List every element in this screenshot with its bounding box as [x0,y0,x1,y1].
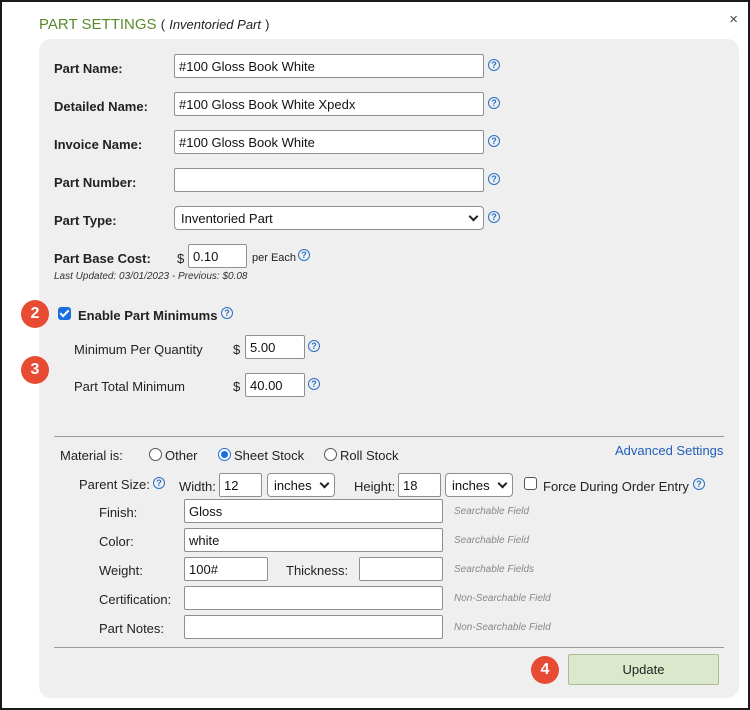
thickness-label: Thickness: [286,563,349,578]
min-per-qty-currency: $ [233,342,241,357]
help-icon[interactable]: ? [221,307,233,319]
min-per-qty-label: Minimum Per Quantity [74,342,203,357]
material-label: Material is: [60,448,123,463]
material-option-other: Other [165,448,198,463]
title-paren-open: ( [160,17,166,32]
title-paren-close: ) [265,17,270,32]
enable-minimums-label: Enable Part Minimums [78,308,218,323]
part-notes-input[interactable] [184,615,443,639]
detailed-name-input[interactable] [174,92,484,116]
color-input[interactable] [184,528,443,552]
base-cost-currency: $ [177,251,185,266]
part-notes-label: Part Notes: [99,621,165,636]
width-unit-value: inches [274,477,312,493]
part-settings-dialog: PART SETTINGS ( Inventoried Part ) × Par… [0,0,750,710]
help-icon[interactable]: ? [488,59,500,71]
finish-input[interactable] [184,499,443,523]
update-button[interactable]: Update [568,654,719,685]
color-note: Searchable Field [454,535,530,546]
chevron-down-icon [468,211,479,221]
dialog-title: PART SETTINGS ( Inventoried Part ) [39,16,270,33]
material-option-sheet-stock: Sheet Stock [234,448,305,463]
part-type-select[interactable]: Inventoried Part [174,206,484,230]
base-cost-label: Part Base Cost: [54,251,151,266]
width-input[interactable] [219,473,262,497]
height-unit-select[interactable]: inches [445,473,513,497]
help-icon[interactable]: ? [488,135,500,147]
weight-label: Weight: [99,563,143,578]
width-label: Width: [179,479,216,494]
part-name-input[interactable] [174,54,484,78]
min-per-qty-input[interactable] [245,335,305,359]
base-cost-note: Last Updated: 03/01/2023 - Previous: $0.… [54,271,248,282]
chevron-down-icon [319,478,330,488]
footer-divider [54,647,724,648]
width-unit-select[interactable]: inches [267,473,335,497]
invoice-name-input[interactable] [174,130,484,154]
enable-minimums-checkbox[interactable] [58,307,71,320]
material-radio-other[interactable] [149,448,162,461]
dialog-subtitle: Inventoried Part [169,17,261,32]
weight-note: Searchable Fields [454,564,535,575]
height-unit-value: inches [452,477,490,493]
certification-label: Certification: [99,592,172,607]
force-order-entry-checkbox[interactable] [524,477,537,490]
dialog-title-text: PART SETTINGS [39,16,157,33]
finish-label: Finish: [99,505,138,520]
material-option-roll-stock: Roll Stock [340,448,399,463]
advanced-settings-link[interactable]: Advanced Settings [615,443,723,458]
help-icon[interactable]: ? [488,97,500,109]
certification-input[interactable] [184,586,443,610]
height-label: Height: [354,479,396,494]
weight-input[interactable] [184,557,268,581]
help-icon[interactable]: ? [488,211,500,223]
help-icon[interactable]: ? [298,249,310,261]
section-divider [54,436,724,437]
step-badge-4: 4 [531,656,559,684]
step-badge-2: 2 [21,300,49,328]
help-icon[interactable]: ? [308,340,320,352]
base-cost-unit: per Each [252,252,297,264]
help-icon[interactable]: ? [308,378,320,390]
total-min-label: Part Total Minimum [74,379,186,394]
help-icon[interactable]: ? [488,173,500,185]
help-icon[interactable]: ? [153,477,165,489]
part-number-input[interactable] [174,168,484,192]
parent-size-label: Parent Size: [79,477,150,492]
thickness-input[interactable] [359,557,443,581]
help-icon[interactable]: ? [693,478,705,490]
part-type-value: Inventoried Part [181,210,273,226]
total-min-currency: $ [233,379,241,394]
certification-note: Non-Searchable Field [454,593,551,604]
base-cost-input[interactable] [188,244,247,268]
color-label: Color: [99,534,134,549]
close-icon[interactable]: × [729,12,738,27]
part-number-label: Part Number: [54,175,137,190]
part-name-label: Part Name: [54,61,123,76]
chevron-down-icon [497,478,508,488]
material-radio-roll-stock[interactable] [324,448,337,461]
step-badge-3: 3 [21,356,49,384]
part-type-label: Part Type: [54,213,117,228]
finish-note: Searchable Field [454,506,530,517]
force-order-entry-label: Force During Order Entry [543,479,689,494]
height-input[interactable] [398,473,441,497]
part-notes-note: Non-Searchable Field [454,622,551,633]
detailed-name-label: Detailed Name: [54,99,148,114]
material-radio-sheet-stock[interactable] [218,448,231,461]
invoice-name-label: Invoice Name: [54,137,143,152]
total-min-input[interactable] [245,373,305,397]
